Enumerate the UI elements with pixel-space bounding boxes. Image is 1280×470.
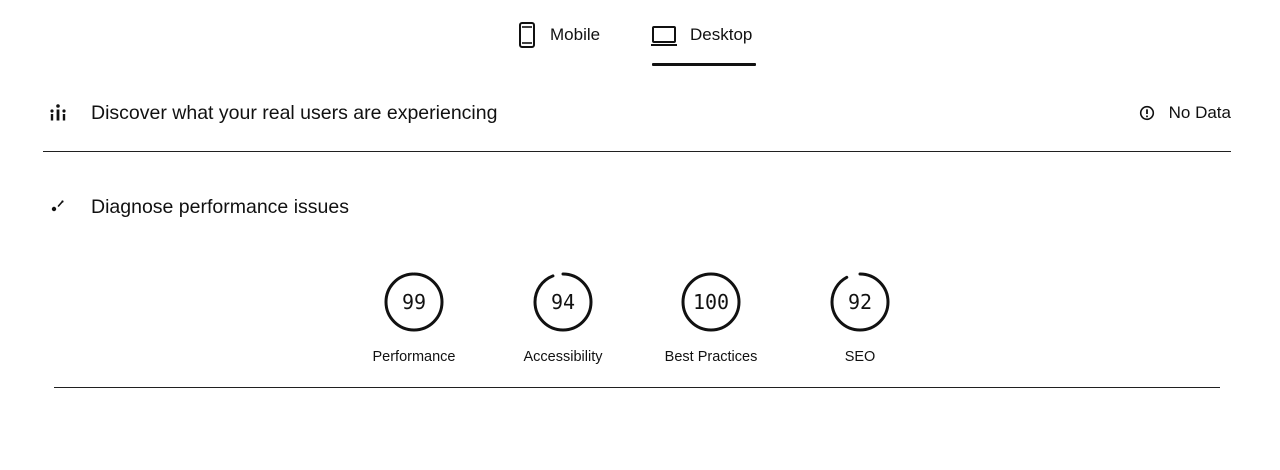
gauge-score-seo: 92 (848, 290, 872, 314)
device-tabs: Mobile Desktop (0, 20, 1280, 68)
tab-mobile-label: Mobile (550, 25, 601, 44)
gauge-ring-performance: 99 (384, 272, 444, 332)
laptop-icon (650, 20, 678, 55)
gauge-score-best-practices: 100 (693, 290, 729, 314)
score-gauge-best-practices[interactable]: 100 Best Practices (636, 270, 786, 365)
info-circle-icon (1139, 105, 1155, 121)
field-data-title: Discover what your real users are experi… (91, 101, 498, 124)
score-gauge-performance[interactable]: 99 Performance (339, 270, 489, 365)
tab-desktop-label: Desktop (690, 25, 753, 44)
gauge-score-performance: 99 (402, 290, 426, 314)
pagespeed-report: Mobile Desktop Discover what your real u… (0, 0, 1280, 470)
tab-mobile[interactable]: Mobile (516, 20, 600, 66)
selected-tab-indicator (652, 63, 756, 66)
gauge-score-accessibility: 94 (551, 290, 575, 314)
users-icon (43, 103, 73, 123)
divider (54, 387, 1220, 388)
no-data-label: No Data (1168, 103, 1231, 122)
gauge-label-best-practices: Best Practices (664, 349, 758, 365)
gauge-ring-best-practices: 100 (681, 272, 741, 332)
gauge-ring-accessibility: 94 (533, 272, 593, 332)
lab-data-title: Diagnose performance issues (91, 195, 349, 218)
diagnose-icon (43, 197, 73, 217)
gauge-label-performance: Performance (372, 349, 456, 365)
lab-data-header: Diagnose performance issues (43, 190, 1231, 224)
gauge-label-seo: SEO (844, 349, 876, 365)
field-data-header[interactable]: Discover what your real users are experi… (43, 96, 1231, 130)
divider (43, 151, 1231, 152)
score-gauge-accessibility[interactable]: 94 Accessibility (488, 270, 638, 365)
gauge-ring-seo: 92 (830, 272, 890, 332)
tab-desktop[interactable]: Desktop (650, 20, 752, 66)
gauge-label-accessibility: Accessibility (523, 349, 603, 365)
smartphone-icon (516, 20, 538, 55)
field-data-status: No Data (1139, 103, 1231, 123)
score-gauge-seo[interactable]: 92 SEO (785, 270, 935, 365)
